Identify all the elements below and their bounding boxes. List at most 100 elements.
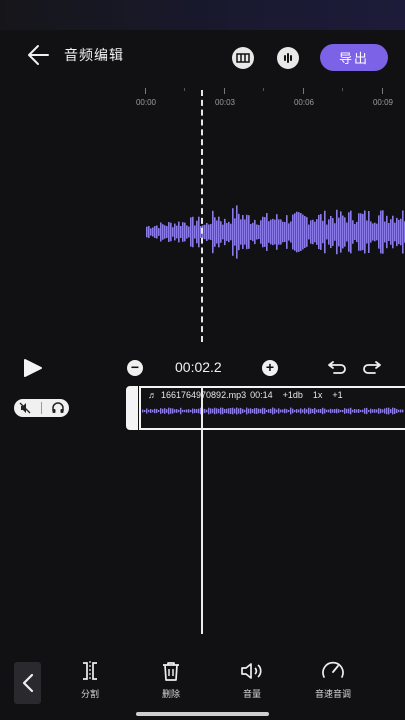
mini-waveform-bar: [354, 408, 356, 414]
waveform-bar: [268, 221, 270, 243]
mini-waveform-bar: [198, 408, 200, 414]
waveform-bar: [284, 222, 286, 242]
back-button[interactable]: [24, 42, 54, 68]
ruler-label: 00:09: [372, 98, 394, 107]
waveform-bar: [244, 219, 246, 245]
play-icon: [24, 359, 42, 377]
waveform-bar: [252, 222, 254, 242]
mini-waveform-bar: [320, 408, 322, 414]
waveform-bar: [184, 222, 186, 242]
mini-waveform-bar: [258, 408, 260, 414]
waveform-bar: [286, 215, 288, 249]
trash-icon: [163, 662, 179, 681]
volume-icon: [241, 663, 262, 679]
waveform-bar: [146, 226, 148, 238]
zoom-out-button[interactable]: −: [127, 360, 143, 376]
export-button[interactable]: 导出: [320, 44, 388, 71]
delete-label: 删除: [161, 689, 180, 699]
split-tool[interactable]: 分割: [60, 660, 120, 704]
audio-track-clip[interactable]: ♬ 1661764970892.mp3 00:14 +1db 1x +1: [126, 386, 405, 430]
mini-waveform-bar: [182, 409, 184, 413]
mini-waveform-bar: [194, 408, 196, 414]
waveform-bar: [370, 221, 372, 243]
mini-waveform-bar: [330, 408, 332, 414]
mini-waveform-bar: [306, 409, 308, 413]
mini-waveform-bar: [148, 409, 150, 413]
mini-waveform-bar: [312, 409, 314, 413]
mini-waveform-bar: [174, 409, 176, 413]
mini-waveform-bar: [348, 408, 350, 414]
toolbar-back-button[interactable]: [14, 662, 41, 704]
waveform-bar: [172, 227, 174, 237]
waveform-bar: [180, 226, 182, 238]
waveform-bar: [400, 218, 402, 246]
mini-waveform-bar: [366, 407, 368, 415]
waveform-bar: [348, 212, 350, 252]
mini-waveform-bar: [216, 408, 218, 414]
waveform-bar: [300, 213, 302, 251]
waveform-bar: [206, 222, 208, 242]
ruler-tick: [342, 88, 343, 91]
zoom-out-icon: −: [130, 359, 140, 375]
waveform-bar: [188, 226, 190, 238]
mini-waveform-bar: [310, 408, 312, 414]
waveform-bar: [318, 214, 320, 250]
mini-waveform-bar: [238, 408, 240, 414]
mini-waveform-bar: [164, 408, 166, 414]
mini-waveform-bar: [160, 408, 162, 414]
volume-tool[interactable]: 音量: [222, 660, 282, 704]
mini-waveform-bar: [284, 408, 286, 414]
speed-pitch-tool[interactable]: 音速音调: [303, 660, 363, 704]
mute-icon[interactable]: [18, 401, 32, 415]
headphones-icon[interactable]: [51, 401, 65, 415]
mini-waveform-bar: [272, 407, 274, 415]
mini-waveform-bar: [248, 408, 250, 414]
mini-waveform-bar: [274, 408, 276, 414]
mini-waveform-bar: [336, 408, 338, 414]
waveform-bar: [402, 210, 404, 254]
frames-button[interactable]: [232, 47, 254, 69]
split-icon: [83, 661, 97, 681]
playhead-marker[interactable]: [201, 90, 203, 342]
trim-handle-left[interactable]: [126, 386, 138, 430]
delete-tool[interactable]: 删除: [141, 660, 201, 704]
mini-waveform-bar: [296, 409, 298, 413]
ruler-tick: [303, 88, 304, 94]
redo-button[interactable]: [361, 359, 383, 375]
mini-waveform-bar: [190, 409, 192, 413]
mini-waveform-bar: [228, 408, 230, 414]
ruler-tick: [145, 88, 146, 94]
clip-speed: 1x: [312, 390, 323, 400]
mini-waveform-bar: [282, 409, 284, 413]
mini-waveform-bar: [206, 409, 208, 413]
mini-waveform-bar: [152, 409, 154, 413]
waveform-bar: [364, 210, 366, 254]
ruler-tick: [263, 88, 264, 91]
waveform-bar: [218, 216, 220, 248]
mini-waveform-bar: [398, 409, 400, 413]
waveform-bar: [306, 217, 308, 247]
mini-waveform-bar: [304, 408, 306, 414]
mini-waveform-bar: [328, 409, 330, 413]
ruler-label: 00:00: [135, 98, 157, 107]
mini-waveform-bar: [246, 407, 248, 415]
waveform-bar: [246, 214, 248, 250]
waveform-bar: [378, 215, 380, 249]
undo-button[interactable]: [326, 359, 348, 375]
waveform-bar: [330, 215, 332, 249]
waveform-bar: [294, 213, 296, 251]
mini-waveform-bar: [184, 409, 186, 413]
mini-waveform-bar: [286, 409, 288, 413]
mini-waveform-bar: [300, 408, 302, 414]
zoom-in-button[interactable]: +: [262, 360, 278, 376]
waveform-bar: [328, 219, 330, 245]
waveform-bar: [374, 222, 376, 242]
play-button[interactable]: [22, 358, 44, 378]
mini-waveform-bar: [380, 408, 382, 414]
playhead-line[interactable]: [201, 386, 203, 634]
mini-waveform-bar: [236, 407, 238, 415]
waveform-button[interactable]: [277, 47, 299, 69]
waveform-bar: [376, 223, 378, 241]
waveform-bar: [156, 225, 158, 239]
waveform-bar: [186, 225, 188, 239]
